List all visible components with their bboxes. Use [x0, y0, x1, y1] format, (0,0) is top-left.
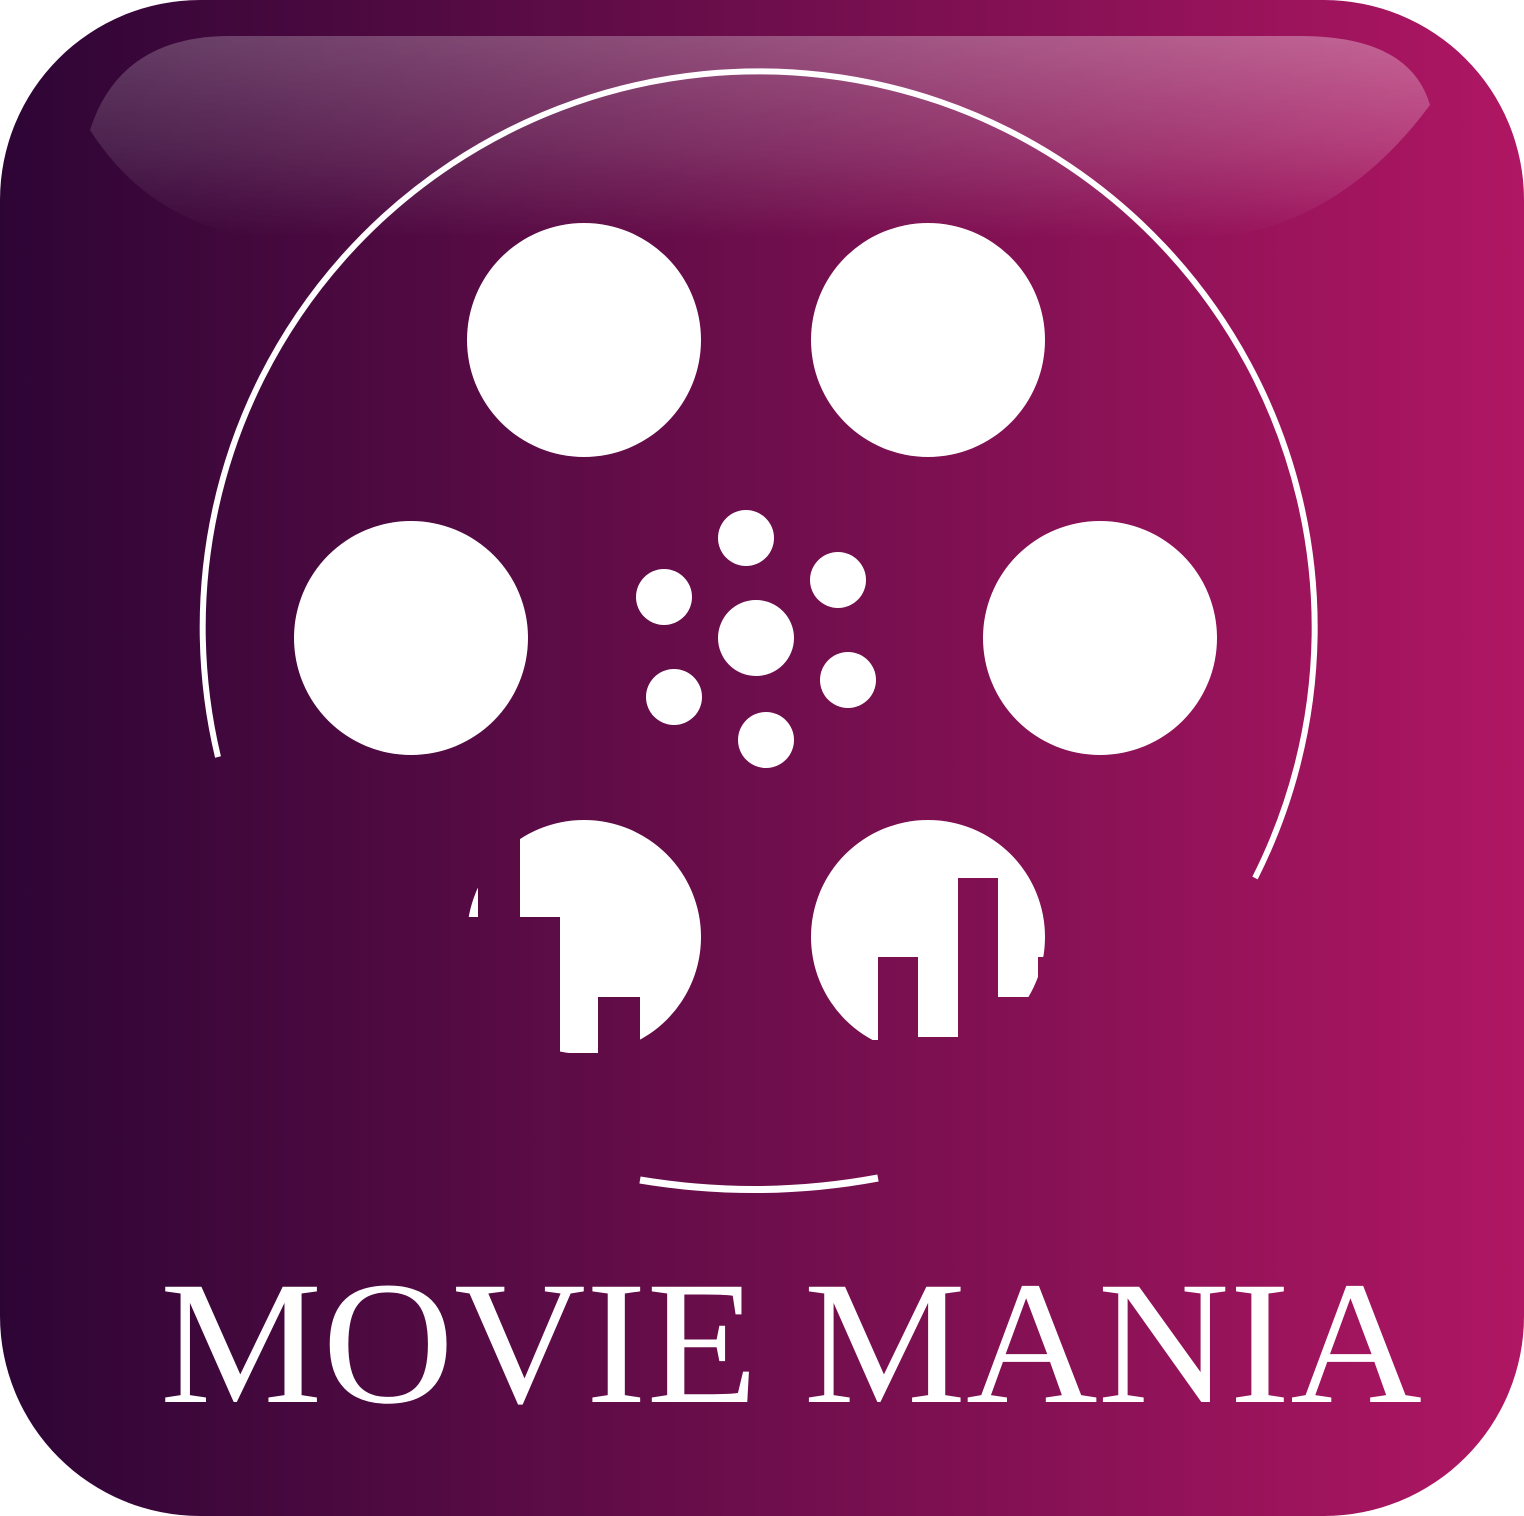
gloss-highlight [90, 36, 1430, 240]
reel-dot [718, 510, 774, 566]
reel-hole [811, 223, 1045, 457]
city-skyline-holes [400, 800, 1120, 1100]
reel-hole [294, 521, 528, 755]
reel-hub [718, 600, 794, 676]
reel-dot [820, 652, 876, 708]
reel-hole [467, 223, 701, 457]
movie-mania-logo: MOVIE MANIA [0, 0, 1524, 1516]
reel-dot [738, 712, 794, 768]
reel-dot [810, 552, 866, 608]
reel-dot [646, 669, 702, 725]
reel-dot [636, 569, 692, 625]
reel-hole [983, 521, 1217, 755]
brand-name: MOVIE MANIA [160, 1246, 1422, 1441]
